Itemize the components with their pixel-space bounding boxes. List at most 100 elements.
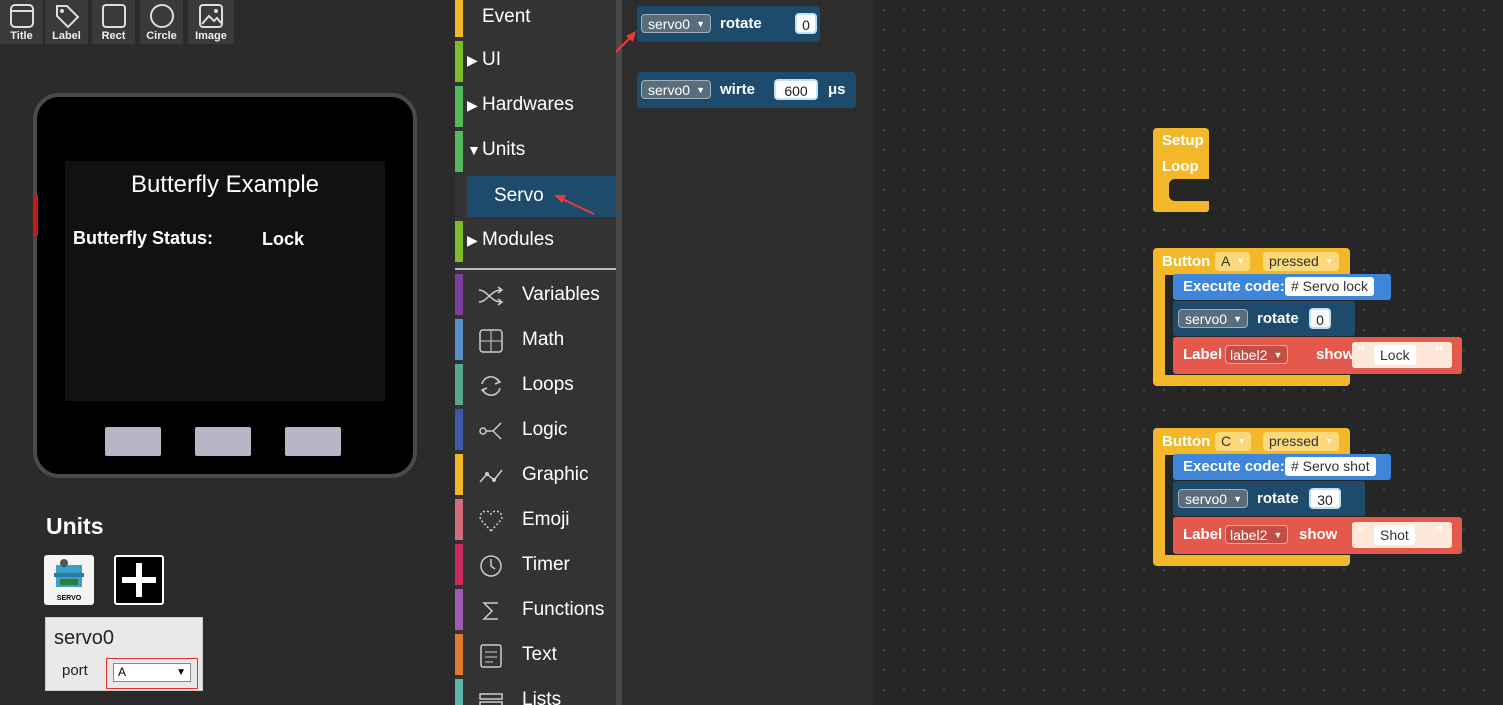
rotate-label: rotate bbox=[720, 15, 762, 32]
category-logic[interactable]: Logic bbox=[455, 409, 617, 454]
category-units[interactable]: ▼ Units bbox=[455, 131, 617, 176]
logic-color-bar bbox=[455, 409, 463, 450]
category-hardwares[interactable]: ▶ Hardwares bbox=[455, 86, 617, 131]
unit-config-card: servo0 port A ▼ bbox=[45, 617, 203, 691]
show-label: show bbox=[1316, 346, 1355, 363]
category-modules[interactable]: ▶ Modules bbox=[455, 221, 617, 266]
category-emoji[interactable]: Emoji bbox=[455, 499, 617, 544]
category-event-label: Event bbox=[482, 6, 531, 27]
title-tool-button[interactable]: Title bbox=[0, 0, 44, 44]
servo-select-pill[interactable]: servo0 ▼ bbox=[1178, 489, 1249, 508]
string-field[interactable]: Shot bbox=[1374, 525, 1415, 545]
label-target-select[interactable]: label2 ▼ bbox=[1225, 345, 1289, 364]
category-math[interactable]: Math bbox=[455, 319, 617, 364]
execute-code-block[interactable]: Execute code: # Servo shot bbox=[1173, 454, 1391, 480]
add-unit-button[interactable] bbox=[114, 555, 164, 605]
execute-code-label: Execute code: bbox=[1183, 458, 1285, 475]
dropdown-arrow-icon: ▼ bbox=[1324, 256, 1334, 266]
write-label: wirte bbox=[720, 81, 756, 98]
category-loops-label: Loops bbox=[522, 374, 574, 395]
label-keyword: Label bbox=[1183, 526, 1223, 543]
rotate-angle-field[interactable]: 0 bbox=[1309, 308, 1331, 329]
servo-rotate-block[interactable]: servo0 ▼ rotate 0 bbox=[1173, 301, 1355, 336]
servo-rotate-block[interactable]: servo0 ▼ rotate 30 bbox=[1173, 481, 1365, 516]
button-key-select[interactable]: C ▼ bbox=[1215, 432, 1252, 451]
dropdown-arrow-icon: ▼ bbox=[1236, 256, 1246, 266]
label-tool-button[interactable]: Label bbox=[45, 0, 89, 44]
button-key-select[interactable]: A ▼ bbox=[1215, 252, 1251, 271]
button-key-value: A bbox=[1221, 253, 1231, 269]
category-event[interactable]: Event bbox=[455, 0, 617, 45]
dropdown-arrow-icon: ▼ bbox=[696, 19, 706, 29]
red-arrow-annotation bbox=[615, 31, 636, 53]
servo-select-pill[interactable]: servo0 ▼ bbox=[641, 14, 712, 33]
collapse-arrow-icon: ▼ bbox=[467, 142, 481, 158]
servo-select-pill[interactable]: servo0 ▼ bbox=[1178, 309, 1249, 328]
device-button-b bbox=[195, 427, 251, 456]
dropdown-arrow-icon: ▼ bbox=[696, 85, 706, 95]
write-value-field[interactable]: 600 bbox=[774, 79, 818, 100]
ui-color-bar bbox=[455, 41, 463, 82]
rect-tool-label: Rect bbox=[101, 30, 126, 42]
lists-color-bar bbox=[455, 679, 463, 705]
category-ui[interactable]: ▶ UI bbox=[455, 41, 617, 86]
clock-icon bbox=[480, 555, 502, 577]
category-functions[interactable]: Functions bbox=[455, 589, 617, 634]
red-arrow-annotation bbox=[554, 195, 595, 215]
image-tool-button[interactable]: Image bbox=[188, 0, 235, 44]
servo-rotate-template-block[interactable]: servo0 ▼ rotate 0 bbox=[637, 6, 820, 42]
label-show-block[interactable]: Label label2 ▼ show “ Shot ” bbox=[1173, 517, 1462, 554]
expand-arrow-icon: ▶ bbox=[467, 97, 478, 113]
category-graphic[interactable]: Graphic bbox=[455, 454, 617, 499]
rotate-angle-field[interactable]: 30 bbox=[1309, 488, 1341, 509]
category-loops[interactable]: Loops bbox=[455, 364, 617, 409]
category-ui-label: UI bbox=[482, 49, 501, 70]
code-field[interactable]: # Servo shot bbox=[1285, 457, 1376, 476]
button-c-event-block[interactable]: Button C ▼ pressed ▼ Execute code: # Servo… bbox=[1153, 428, 1462, 566]
circle-tool-button[interactable]: Circle bbox=[140, 0, 184, 44]
servo-select-value: servo0 bbox=[1185, 311, 1228, 327]
category-lists-label: Lists bbox=[522, 689, 562, 705]
label-keyword: Label bbox=[1183, 346, 1223, 363]
loop-block[interactable]: Loop bbox=[1153, 152, 1209, 212]
servo-unit-thumbnail[interactable]: SERVO bbox=[44, 555, 94, 605]
screen-status-value[interactable]: Lock bbox=[262, 229, 304, 250]
execute-code-block[interactable]: Execute code: # Servo lock bbox=[1173, 274, 1391, 300]
category-variables-label: Variables bbox=[522, 284, 600, 305]
screen-title-label[interactable]: Butterfly Example bbox=[65, 171, 385, 199]
servo-write-template-block[interactable]: servo0 ▼ wirte 600 μs bbox=[637, 72, 856, 108]
button-a-event-block[interactable]: Button A ▼ pressed ▼ Execute code: # Servo… bbox=[1153, 248, 1462, 386]
hardwares-color-bar bbox=[455, 86, 463, 127]
label-show-block[interactable]: Label label2 ▼ show “ Lock ” bbox=[1173, 337, 1462, 374]
port-select[interactable]: A ▼ bbox=[113, 663, 191, 682]
rect-tool-button[interactable]: Rect bbox=[92, 0, 136, 44]
category-timer[interactable]: Timer bbox=[455, 544, 617, 589]
label-target-value: label2 bbox=[1230, 347, 1268, 363]
button-event-select[interactable]: pressed ▼ bbox=[1263, 252, 1339, 271]
category-lists[interactable]: Lists bbox=[455, 679, 617, 705]
string-block[interactable]: “ Lock ” bbox=[1352, 342, 1452, 368]
string-block[interactable]: “ Shot ” bbox=[1352, 522, 1452, 548]
category-text[interactable]: Text bbox=[455, 634, 617, 679]
button-event-select[interactable]: pressed ▼ bbox=[1263, 432, 1339, 451]
image-tool-label: Image bbox=[195, 30, 227, 42]
category-modules-label: Modules bbox=[482, 229, 554, 250]
category-variables[interactable]: Variables bbox=[455, 274, 617, 319]
port-label: port bbox=[62, 662, 88, 679]
string-field[interactable]: Lock bbox=[1374, 345, 1416, 365]
block-workspace[interactable]: Setup Loop Button A ▼ pressed ▼ Execute co… bbox=[874, 0, 1503, 705]
screen-status-label[interactable]: Butterfly Status: bbox=[73, 228, 213, 249]
servo-icon bbox=[54, 559, 84, 587]
category-units-label: Units bbox=[482, 139, 526, 160]
device-screen[interactable]: Butterfly Example Butterfly Status: Lock bbox=[65, 161, 385, 401]
label-target-select[interactable]: label2 ▼ bbox=[1225, 525, 1289, 544]
code-field[interactable]: # Servo lock bbox=[1285, 277, 1375, 296]
dropdown-arrow-icon: ▼ bbox=[1324, 436, 1334, 446]
rotate-angle-field[interactable]: 0 bbox=[795, 13, 817, 34]
setup-block[interactable]: Setup bbox=[1153, 128, 1209, 152]
button-key-value: C bbox=[1221, 433, 1232, 449]
servo-thumb-caption: SERVO bbox=[56, 595, 82, 602]
servo-select-pill[interactable]: servo0 ▼ bbox=[641, 80, 712, 99]
loop-icon bbox=[480, 376, 502, 396]
math-color-bar bbox=[455, 319, 463, 360]
